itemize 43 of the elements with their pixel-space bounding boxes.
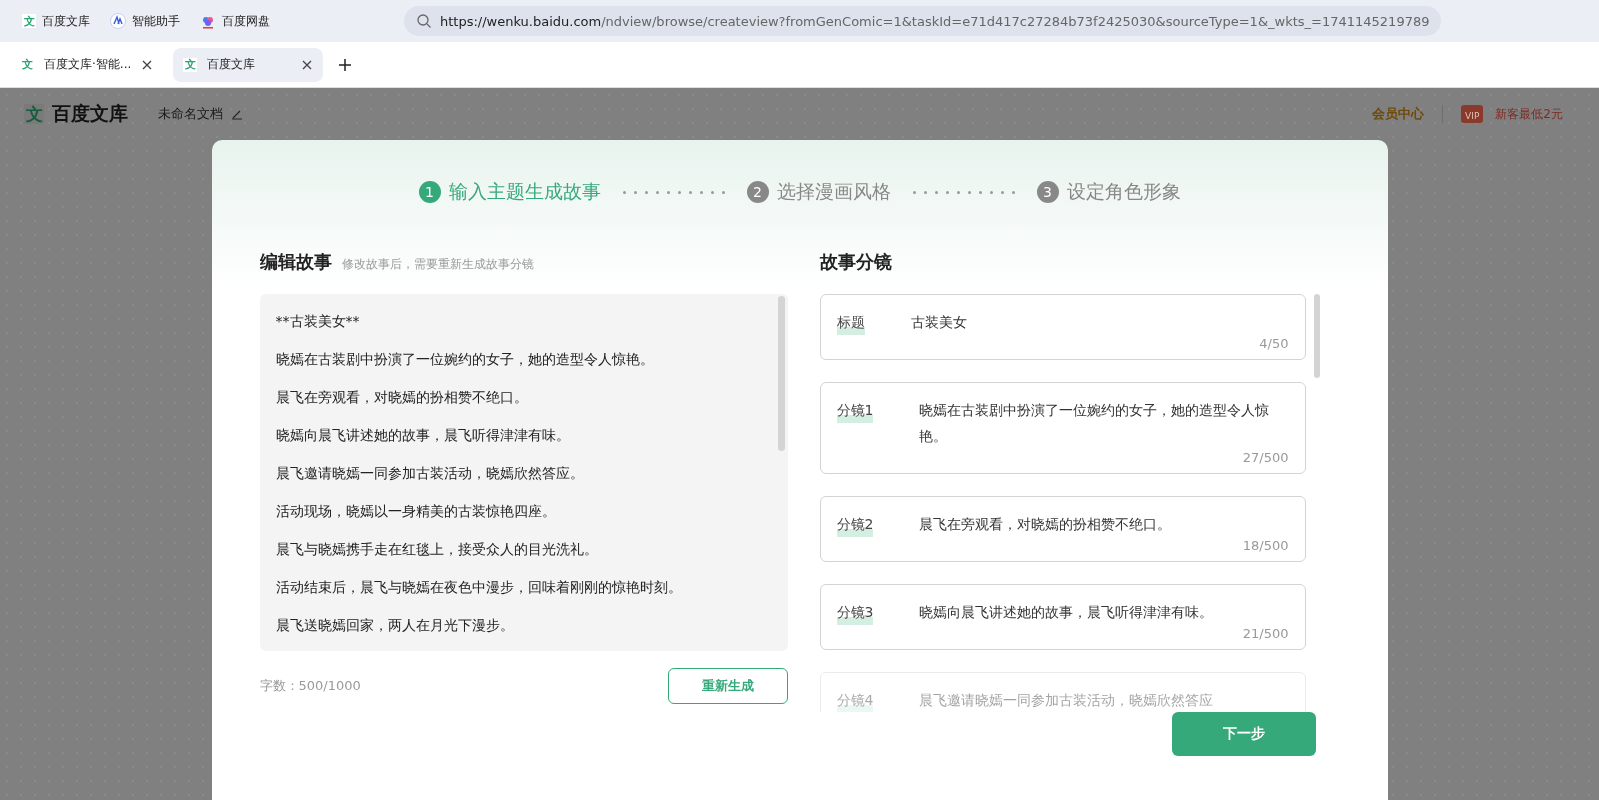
browser-tab[interactable]: 文 百度文库·智能...: [10, 47, 164, 82]
document-title: 未命名文档: [158, 105, 223, 123]
pencil-icon[interactable]: [231, 108, 243, 120]
word-count: 字数：500/1000: [259, 677, 361, 695]
bookmark[interactable]: 智能助手: [110, 12, 180, 30]
close-icon[interactable]: [301, 58, 314, 71]
site-logo[interactable]: 百度文库: [52, 101, 128, 127]
address-bar[interactable]: https://wenku.baidu.com/ndview/browse/createview?fromGenComic=1&taskId=e71d417c27284b73f2425030&sourceType=1&_wkts_=1741145219789: [404, 6, 1442, 36]
bookmark[interactable]: 百度网盘: [200, 12, 270, 30]
new-tab-icon[interactable]: [337, 56, 354, 73]
card-text: 晓嫣向晨飞讲述她的故事，晨飞听得津津有味。: [919, 603, 1215, 622]
step-item: 2 选择漫画风格: [746, 179, 891, 205]
card-text: 晨飞在旁观看，对晓嫣的扮相赞不绝口。: [919, 515, 1173, 534]
logo-icon: 文: [183, 57, 198, 72]
assistant-icon: [110, 13, 126, 29]
scrollbar-thumb[interactable]: [1313, 294, 1320, 378]
logo-icon: 文: [24, 104, 44, 124]
char-count: 18/500: [1241, 537, 1289, 555]
card-text: 古装美女: [910, 313, 968, 332]
bookmark[interactable]: 文 百度文库: [22, 12, 90, 30]
char-count: 4/50: [1258, 335, 1289, 353]
card-text: 晨飞邀请晓嫣一同参加古装活动，晓嫣欣然答应: [919, 691, 1215, 710]
story-text-area[interactable]: **古装美女** 晓嫣在古装剧中扮演了一位婉约的女子，她的造型令人惊艳。 晨飞在旁观看，对晓嫣的扮相赞不绝口。 晓嫣向晨飞讲述她的故事，晨飞听得津津有味。 晨飞邀请晓嫣一同参加古装活动，晓嫣欣然答应。 活动现场，晓嫣以一身精美的古装惊艳四座。 晨飞与晓嫣携手走在红毯上，接受众人的目光洗礼。 活动结束后，晨飞与晓嫣在夜色中漫步，回味着刚刚的惊艳时刻。 晨飞送晓嫣回家，两人在月光下漫步。: [259, 294, 788, 651]
logo-icon: 文: [20, 57, 34, 72]
scrollbar-thumb[interactable]: [777, 296, 785, 451]
card-text: 晓嫣在古装剧中扮演了一位婉约的女子，她的造型令人惊艳。: [919, 401, 1271, 446]
char-count: 21/500: [1241, 625, 1289, 643]
storyboard-card[interactable]: 分镜3 晓嫣向晨飞讲述她的故事，晨飞听得津津有味。 21/500: [819, 584, 1306, 650]
step-item: 3 设定角色形象: [1036, 179, 1181, 205]
browser-tab[interactable]: 文 百度文库: [173, 47, 324, 82]
char-count: 27/500: [1241, 449, 1289, 467]
gift-icon: VIP: [1461, 105, 1484, 123]
close-icon[interactable]: [141, 58, 154, 71]
hint-text: 修改故事后，需要重新生成故事分镜: [341, 256, 534, 273]
section-title: 故事分镜: [819, 250, 892, 274]
storyboard-card[interactable]: 分镜1 晓嫣在古装剧中扮演了一位婉约的女子，她的造型令人惊艳。 27/500: [819, 382, 1306, 474]
step-item: 1 输入主题生成故事: [418, 179, 601, 205]
section-title: 编辑故事: [259, 250, 332, 274]
storyboard-card[interactable]: 分镜2 晨飞在旁观看，对晓嫣的扮相赞不绝口。 18/500: [819, 496, 1306, 562]
storyboard-card[interactable]: 标题 古装美女 4/50: [819, 294, 1306, 360]
search-icon: [416, 13, 432, 29]
url-text: https://wenku.baidu.com/ndview/browse/createview?fromGenComic=1&taskId=e71d417c27284b73f2425030&sourceType=1&_wkts_=1741145219789: [440, 13, 1430, 29]
logo-icon: 文: [22, 14, 36, 28]
